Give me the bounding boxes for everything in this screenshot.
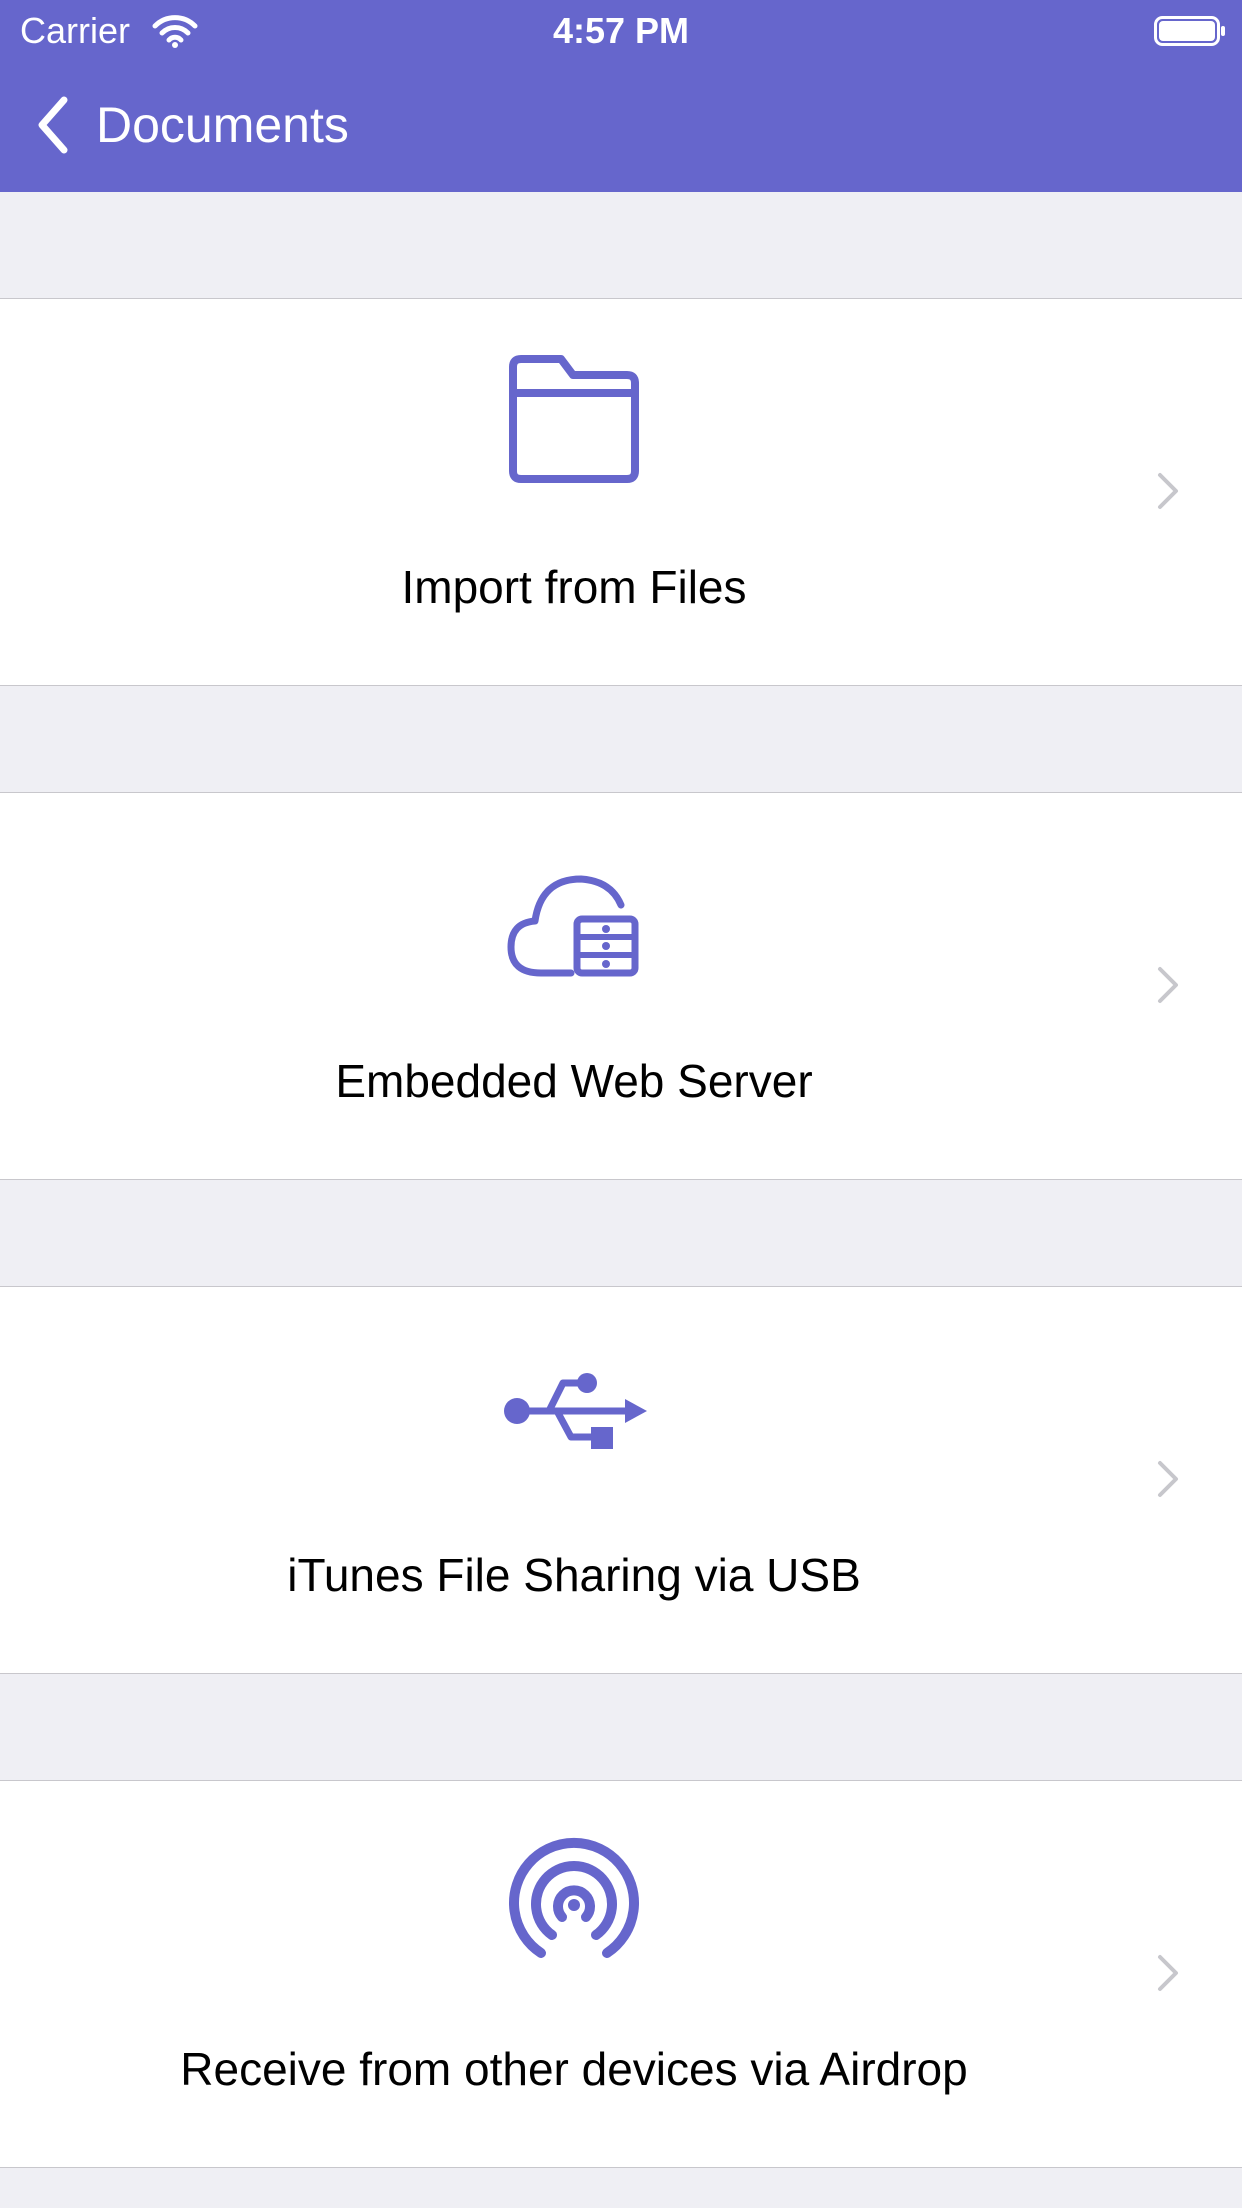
- chevron-right-icon: [1158, 1955, 1178, 1991]
- usb-icon: [504, 1373, 647, 1449]
- section-spacer: [0, 1674, 1242, 1780]
- cell-label: Import from Files: [401, 561, 747, 613]
- itunes-file-sharing-cell[interactable]: iTunes File Sharing via USB: [0, 1286, 1242, 1674]
- cloud-server-icon: [507, 875, 639, 977]
- header: Carrier 4:57 PM Documents: [0, 0, 1242, 192]
- status-time: 4:57 PM: [552, 10, 690, 51]
- navigation-bar: Documents: [0, 60, 1242, 192]
- section-spacer: [0, 1180, 1242, 1286]
- import-from-files-cell[interactable]: Import from Files: [0, 298, 1242, 686]
- battery-icon: [1154, 16, 1225, 46]
- options-list: Import from Files Embedded Web Server iT…: [0, 192, 1242, 2168]
- embedded-web-server-cell[interactable]: Embedded Web Server: [0, 792, 1242, 1180]
- airdrop-cell[interactable]: Receive from other devices via Airdrop: [0, 1780, 1242, 2168]
- cell-label: iTunes File Sharing via USB: [287, 1549, 861, 1601]
- chevron-left-icon: [38, 96, 68, 154]
- chevron-right-icon: [1158, 473, 1178, 509]
- status-bar: Carrier 4:57 PM: [0, 0, 1242, 60]
- back-button[interactable]: Documents: [34, 94, 349, 156]
- airdrop-icon: [509, 1837, 639, 1958]
- chevron-right-icon: [1158, 967, 1178, 1003]
- section-spacer: [0, 686, 1242, 792]
- back-button-label: Documents: [96, 97, 349, 153]
- cell-label: Embedded Web Server: [335, 1055, 813, 1107]
- folder-icon: [509, 355, 639, 483]
- section-spacer: [0, 192, 1242, 298]
- chevron-right-icon: [1158, 1461, 1178, 1497]
- cell-label: Receive from other devices via Airdrop: [180, 2043, 968, 2095]
